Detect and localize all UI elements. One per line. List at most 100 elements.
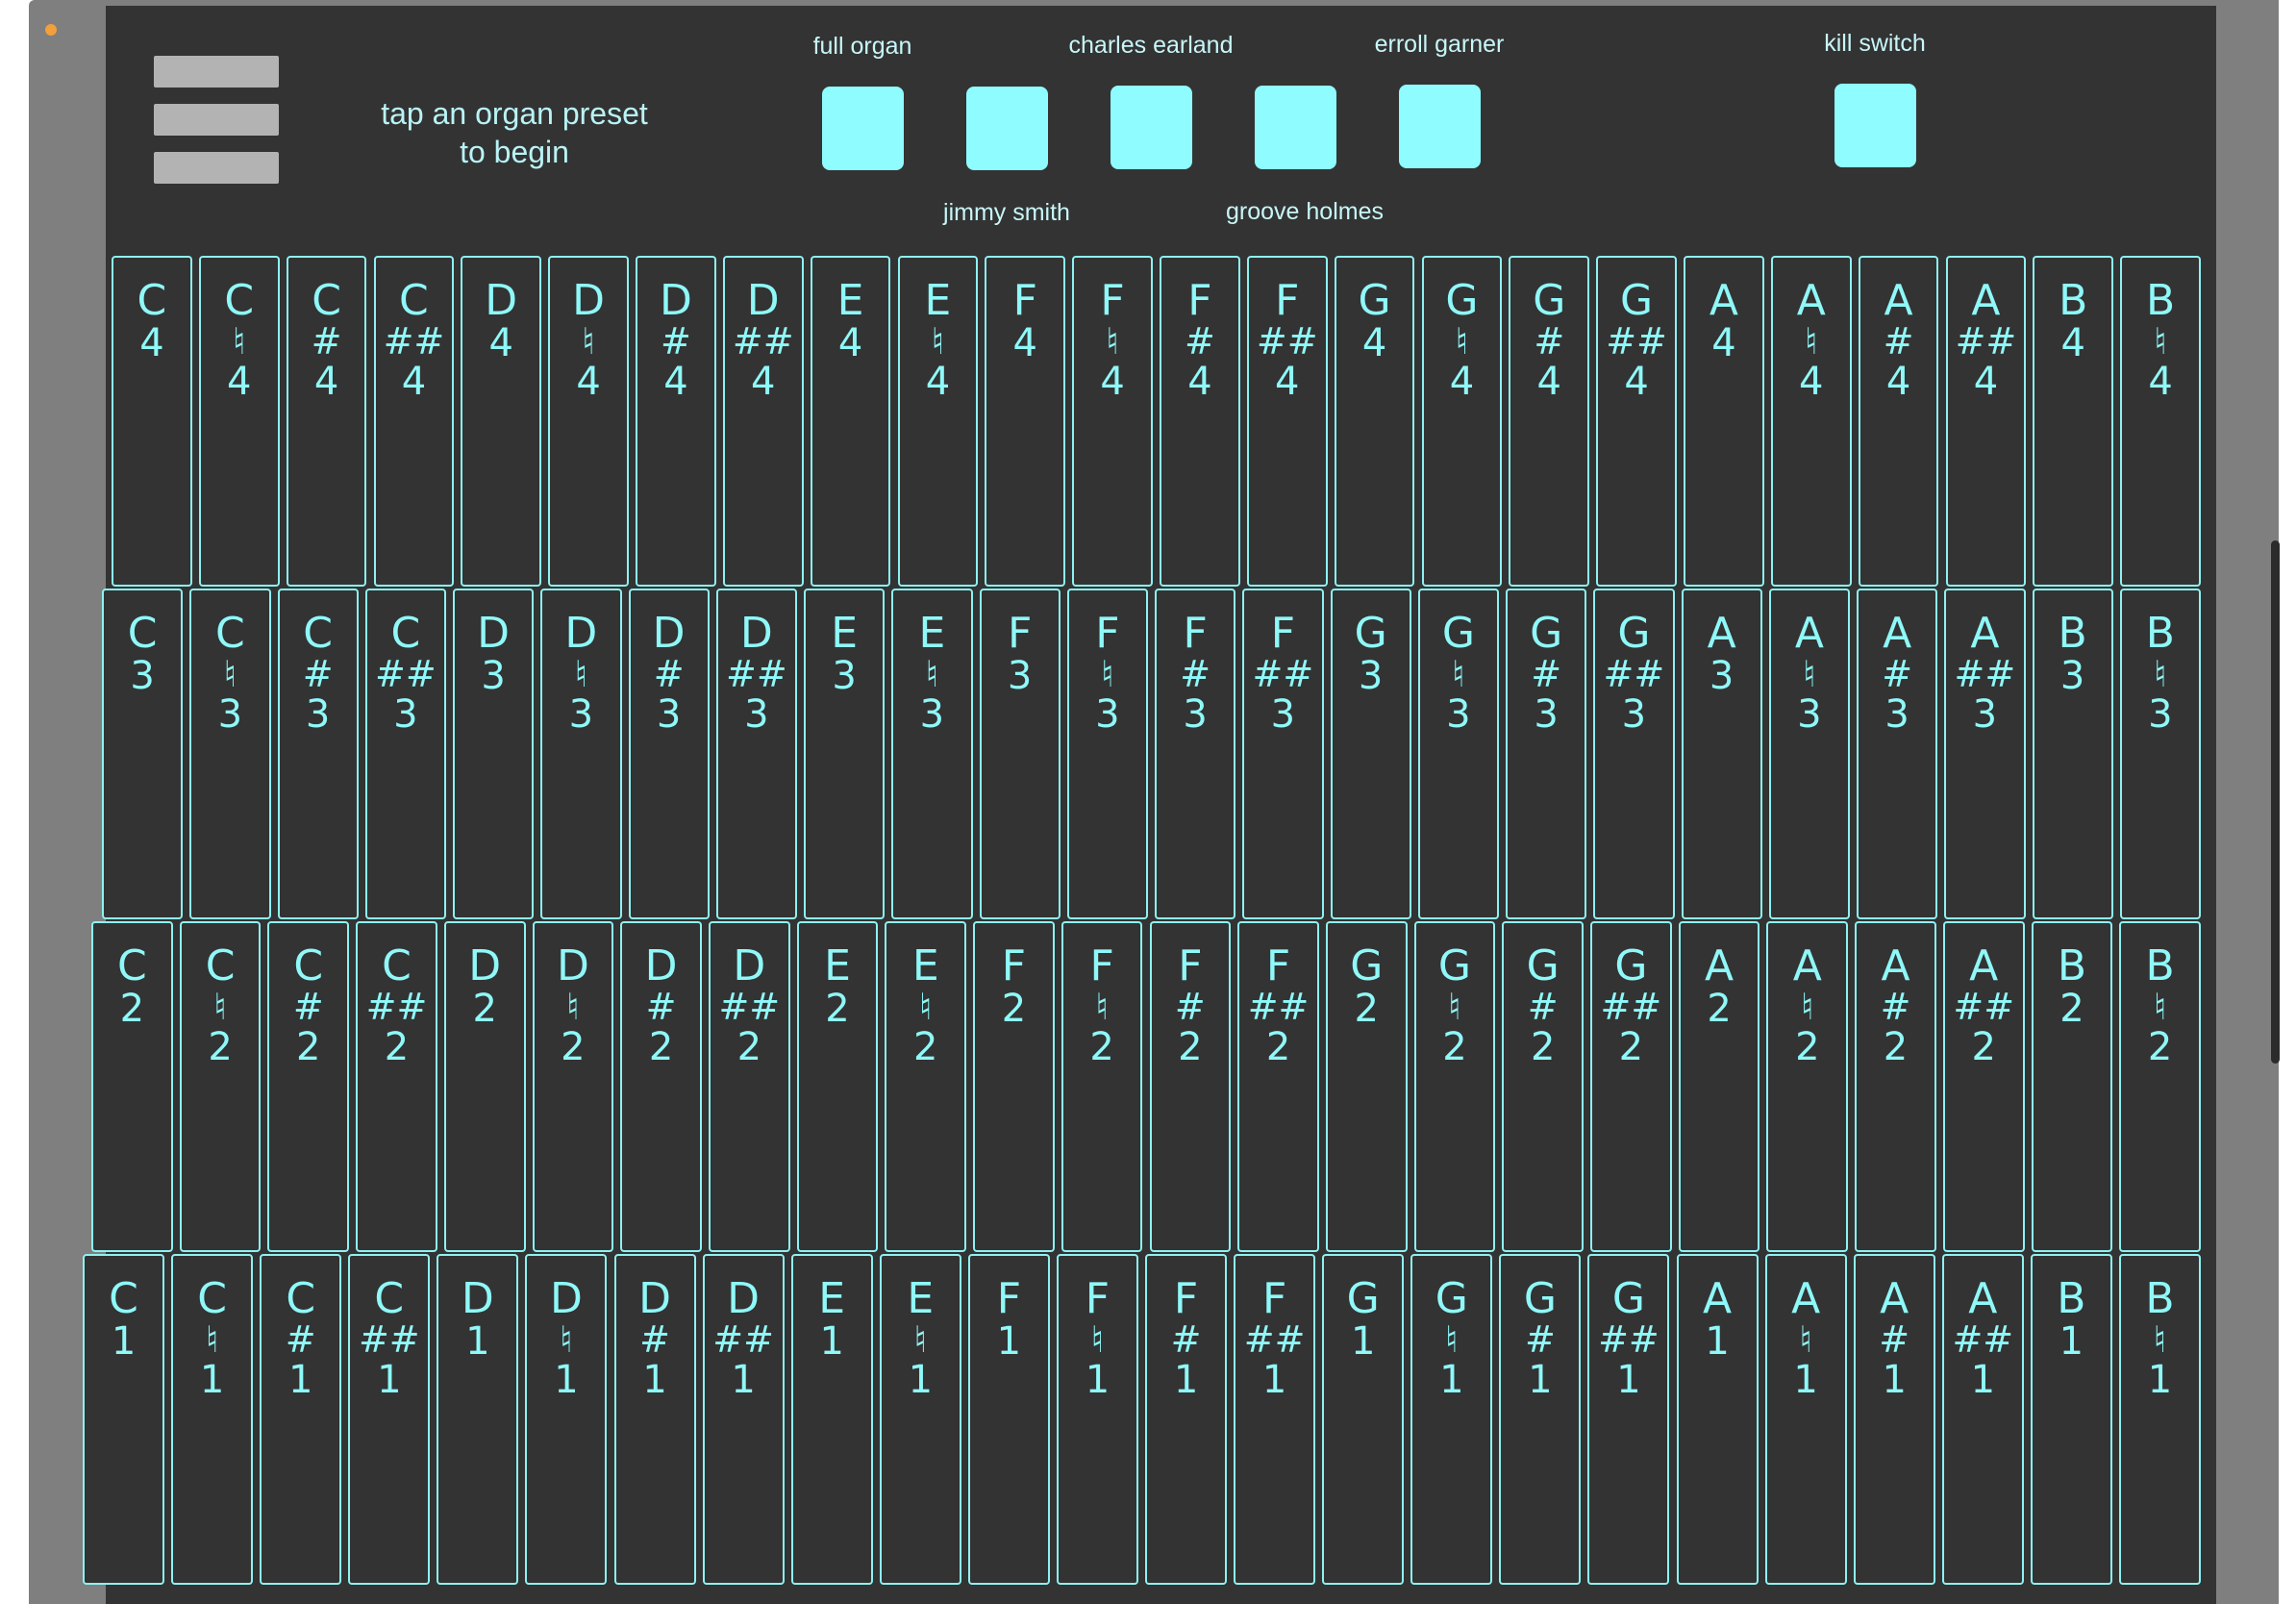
key-d-acc-4[interactable]: D ♮ 4 [548, 256, 629, 587]
key-d-acc-3[interactable]: D ♮ 3 [540, 589, 622, 919]
key-c-1[interactable]: C1 [83, 1254, 165, 1585]
key-d-acc-1[interactable]: D #1 [613, 1254, 696, 1585]
key-a-1[interactable]: A1 [1676, 1254, 1759, 1585]
key-e-3[interactable]: E3 [804, 589, 886, 919]
key-c-acc-3[interactable]: C #3 [277, 589, 359, 919]
key-c-acc-2[interactable]: C ♮ 2 [179, 921, 262, 1252]
key-a-acc-4[interactable]: A ♮ 4 [1770, 256, 1852, 587]
preset-charles-earland-button[interactable] [1111, 86, 1192, 169]
key-a-acc-1[interactable]: A ♮ 1 [1764, 1254, 1847, 1585]
scroll-indicator[interactable] [2271, 540, 2280, 1064]
key-f-acc-3[interactable]: F ♮ 3 [1066, 589, 1148, 919]
key-f-acc-4[interactable]: F ## 4 [1246, 256, 1328, 587]
key-d-acc-2[interactable]: D #2 [620, 921, 702, 1252]
key-e-4[interactable]: E4 [810, 256, 891, 587]
key-g-acc-1[interactable]: G ## 1 [1587, 1254, 1670, 1585]
key-g-acc-4[interactable]: G ♮ 4 [1421, 256, 1503, 587]
key-b-2[interactable]: B2 [2031, 921, 2113, 1252]
key-c-acc-1[interactable]: C ## 1 [348, 1254, 431, 1585]
key-d-1[interactable]: D1 [437, 1254, 519, 1585]
key-c-acc-2[interactable]: C ## 2 [356, 921, 437, 1252]
key-g-acc-2[interactable]: G ♮ 2 [1413, 921, 1496, 1252]
key-b-4[interactable]: B4 [2033, 256, 2114, 587]
key-d-2[interactable]: D2 [443, 921, 526, 1252]
key-f-4[interactable]: F4 [985, 256, 1066, 587]
key-c-acc-2[interactable]: C #2 [267, 921, 350, 1252]
key-g-acc-3[interactable]: G #3 [1506, 589, 1587, 919]
key-c-acc-4[interactable]: C ## 4 [373, 256, 455, 587]
key-d-acc-4[interactable]: D ## 4 [722, 256, 804, 587]
key-c-acc-1[interactable]: C ♮ 1 [171, 1254, 254, 1585]
key-f-acc-2[interactable]: F ## 2 [1237, 921, 1319, 1252]
key-f-acc-2[interactable]: F #2 [1149, 921, 1232, 1252]
key-f-acc-3[interactable]: F #3 [1155, 589, 1236, 919]
key-d-acc-1[interactable]: D ## 1 [702, 1254, 785, 1585]
key-d-4[interactable]: D4 [461, 256, 542, 587]
key-f-acc-3[interactable]: F ## 3 [1242, 589, 1324, 919]
key-d-acc-3[interactable]: D #3 [628, 589, 710, 919]
key-f-acc-1[interactable]: F ♮ 1 [1056, 1254, 1138, 1585]
key-b-acc-4[interactable]: B ♮ 4 [2120, 256, 2201, 587]
key-g-acc-3[interactable]: G ♮ 3 [1417, 589, 1499, 919]
key-g-acc-2[interactable]: G #2 [1502, 921, 1585, 1252]
key-e-acc-4[interactable]: E ♮ 4 [897, 256, 979, 587]
key-a-acc-4[interactable]: A ## 4 [1945, 256, 2027, 587]
key-a-acc-3[interactable]: A ♮ 3 [1768, 589, 1850, 919]
key-c-acc-1[interactable]: C #1 [260, 1254, 342, 1585]
key-a-acc-2[interactable]: A ♮ 2 [1766, 921, 1849, 1252]
key-b-acc-2[interactable]: B ♮ 2 [2119, 921, 2201, 1252]
key-f-2[interactable]: F2 [973, 921, 1055, 1252]
key-g-acc-2[interactable]: G ## 2 [1590, 921, 1672, 1252]
key-d-acc-1[interactable]: D ♮ 1 [525, 1254, 608, 1585]
key-e-acc-1[interactable]: E ♮ 1 [879, 1254, 961, 1585]
key-e-2[interactable]: E2 [796, 921, 879, 1252]
key-b-1[interactable]: B1 [2030, 1254, 2112, 1585]
key-b-acc-1[interactable]: B ♮ 1 [2118, 1254, 2201, 1585]
key-c-3[interactable]: C3 [102, 589, 184, 919]
key-e-acc-3[interactable]: E ♮ 3 [891, 589, 973, 919]
key-g-acc-1[interactable]: G ♮ 1 [1410, 1254, 1493, 1585]
key-g-1[interactable]: G1 [1322, 1254, 1405, 1585]
key-g-acc-1[interactable]: G #1 [1499, 1254, 1582, 1585]
key-d-acc-4[interactable]: D #4 [636, 256, 716, 587]
key-g-4[interactable]: G4 [1334, 256, 1415, 587]
preset-erroll-garner-button[interactable] [1399, 85, 1481, 168]
key-a-acc-3[interactable]: A #3 [1857, 589, 1938, 919]
key-a-acc-2[interactable]: A ## 2 [1942, 921, 2025, 1252]
menu-button[interactable] [154, 56, 281, 187]
key-a-3[interactable]: A3 [1681, 589, 1762, 919]
key-f-3[interactable]: F3 [979, 589, 1061, 919]
preset-jimmy-smith-button[interactable] [966, 87, 1048, 170]
key-c-acc-4[interactable]: C ♮ 4 [198, 256, 280, 587]
key-c-acc-3[interactable]: C ## 3 [364, 589, 446, 919]
key-c-acc-3[interactable]: C ♮ 3 [189, 589, 271, 919]
key-g-acc-3[interactable]: G ## 3 [1593, 589, 1675, 919]
key-f-acc-1[interactable]: F #1 [1145, 1254, 1228, 1585]
key-b-3[interactable]: B3 [2032, 589, 2113, 919]
key-g-acc-4[interactable]: G ## 4 [1596, 256, 1677, 587]
key-a-acc-1[interactable]: A #1 [1853, 1254, 1935, 1585]
key-g-3[interactable]: G3 [1330, 589, 1411, 919]
key-f-acc-2[interactable]: F ♮ 2 [1061, 921, 1143, 1252]
key-e-acc-2[interactable]: E ♮ 2 [885, 921, 967, 1252]
key-g-acc-4[interactable]: G #4 [1509, 256, 1590, 587]
key-c-acc-4[interactable]: C #4 [286, 256, 367, 587]
key-d-acc-2[interactable]: D ## 2 [708, 921, 790, 1252]
key-e-1[interactable]: E1 [790, 1254, 873, 1585]
key-f-1[interactable]: F1 [967, 1254, 1050, 1585]
key-d-3[interactable]: D3 [453, 589, 535, 919]
key-a-acc-2[interactable]: A #2 [1855, 921, 1936, 1252]
key-f-acc-4[interactable]: F ♮ 4 [1072, 256, 1153, 587]
key-c-4[interactable]: C4 [112, 256, 192, 587]
key-a-2[interactable]: A2 [1678, 921, 1760, 1252]
key-f-acc-1[interactable]: F ## 1 [1234, 1254, 1316, 1585]
key-d-acc-3[interactable]: D ## 3 [715, 589, 797, 919]
key-a-acc-4[interactable]: A #4 [1858, 256, 1939, 587]
key-a-acc-1[interactable]: A ## 1 [1941, 1254, 2024, 1585]
preset-full-organ-button[interactable] [822, 87, 904, 170]
key-d-acc-2[interactable]: D ♮ 2 [532, 921, 614, 1252]
key-f-acc-4[interactable]: F #4 [1160, 256, 1240, 587]
key-g-2[interactable]: G2 [1325, 921, 1408, 1252]
key-a-4[interactable]: A4 [1684, 256, 1764, 587]
kill-switch-button[interactable] [1834, 84, 1916, 167]
